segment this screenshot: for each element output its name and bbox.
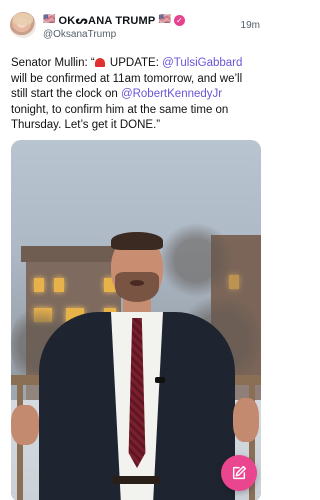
author-name-row[interactable]: 🇺🇸 OKᔕANA TRUMP 🇺🇸 ✓ bbox=[43, 13, 185, 27]
us-flag-icon: 🇺🇸 bbox=[158, 14, 171, 25]
lapel-mic bbox=[155, 377, 165, 383]
author-handle[interactable]: @OksanaTrump bbox=[43, 29, 116, 40]
mention-link[interactable]: @TulsiGabbard bbox=[162, 57, 242, 69]
display-name[interactable]: OKᔕANA TRUMP bbox=[58, 14, 155, 27]
post-text: Senator Mullin: “ UPDATE: @TulsiGabbard … bbox=[11, 56, 261, 134]
post-timestamp: 19m bbox=[240, 20, 260, 31]
post-card[interactable]: 🇺🇸 OKᔕANA TRUMP 🇺🇸 ✓ @OksanaTrump 19m Se… bbox=[0, 0, 270, 500]
avatar[interactable] bbox=[10, 12, 36, 38]
verified-badge-icon: ✓ bbox=[173, 14, 185, 26]
post-text-segment: tonight, to confirm him at the same time… bbox=[11, 103, 229, 132]
post-text-segment: UPDATE: bbox=[106, 57, 163, 69]
compose-icon bbox=[232, 465, 247, 480]
siren-icon bbox=[94, 58, 105, 67]
post-text-segment: Senator Mullin: “ bbox=[11, 57, 95, 69]
us-flag-icon: 🇺🇸 bbox=[43, 14, 56, 25]
speaker bbox=[11, 140, 261, 500]
post-header: 🇺🇸 OKᔕANA TRUMP 🇺🇸 ✓ @OksanaTrump 19m bbox=[10, 12, 260, 44]
compose-button[interactable] bbox=[221, 455, 257, 491]
video-thumbnail[interactable] bbox=[11, 140, 261, 500]
mention-link[interactable]: @RobertKennedyJr bbox=[121, 88, 222, 100]
